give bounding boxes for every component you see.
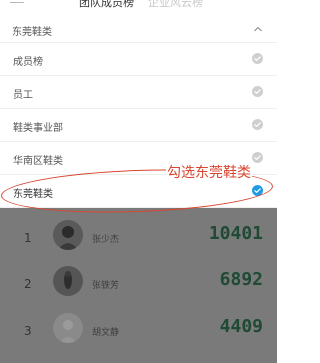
check-circle-icon[interactable] (252, 53, 263, 64)
rank-number: 3 (24, 324, 32, 338)
option-label: 员工 (13, 90, 33, 101)
member-name: 胡文静 (92, 328, 120, 338)
check-circle-icon[interactable] (252, 86, 263, 97)
tab-enterprise[interactable]: 企业风云榜 (148, 0, 203, 10)
ranking-row[interactable]: 2 张铁芳 6892 (0, 258, 277, 306)
ranking-row[interactable]: 3 胡文静 4409 (0, 305, 277, 353)
member-score: 4409 (219, 316, 263, 337)
avatar (53, 313, 83, 343)
check-circle-icon[interactable] (252, 152, 263, 163)
option-members[interactable]: 成员榜 (0, 43, 277, 76)
check-circle-icon[interactable] (252, 119, 263, 130)
member-score: 6892 (219, 269, 263, 290)
dimmed-overlay[interactable]: 1 张少杰 10401 2 张铁芳 6892 3 胡文静 4409 (0, 208, 277, 363)
member-name: 张铁芳 (92, 281, 120, 291)
option-shoes-division[interactable]: 鞋类事业部 (0, 109, 277, 142)
chevron-up-icon[interactable] (254, 26, 262, 32)
option-label: 东莞鞋类 (13, 189, 53, 200)
option-staff[interactable]: 员工 (0, 76, 277, 109)
menu-icon[interactable] (10, 0, 24, 7)
option-label: 鞋类事业部 (13, 123, 63, 134)
rank-number: 2 (24, 277, 32, 291)
annotation-label: 勾选东莞鞋类 (166, 162, 252, 182)
ranking-row[interactable]: 1 张少杰 10401 (0, 212, 277, 260)
dropdown-options: 成员榜 员工 鞋类事业部 华南区鞋类 东莞鞋类 (0, 43, 277, 208)
avatar (53, 220, 83, 250)
option-label: 成员榜 (13, 57, 43, 68)
tab-team-members[interactable]: 团队成员榜 (79, 0, 134, 10)
dropdown-title: 东莞鞋类 (12, 27, 52, 38)
option-label: 华南区鞋类 (13, 156, 63, 167)
check-circle-icon[interactable] (252, 185, 263, 196)
member-score: 10401 (208, 223, 263, 244)
avatar (53, 266, 83, 296)
member-name: 张少杰 (92, 235, 120, 245)
rank-number: 1 (24, 231, 32, 245)
top-bar: 团队成员榜 企业风云榜 (0, 0, 277, 14)
dropdown-header[interactable]: 东莞鞋类 (0, 20, 277, 43)
